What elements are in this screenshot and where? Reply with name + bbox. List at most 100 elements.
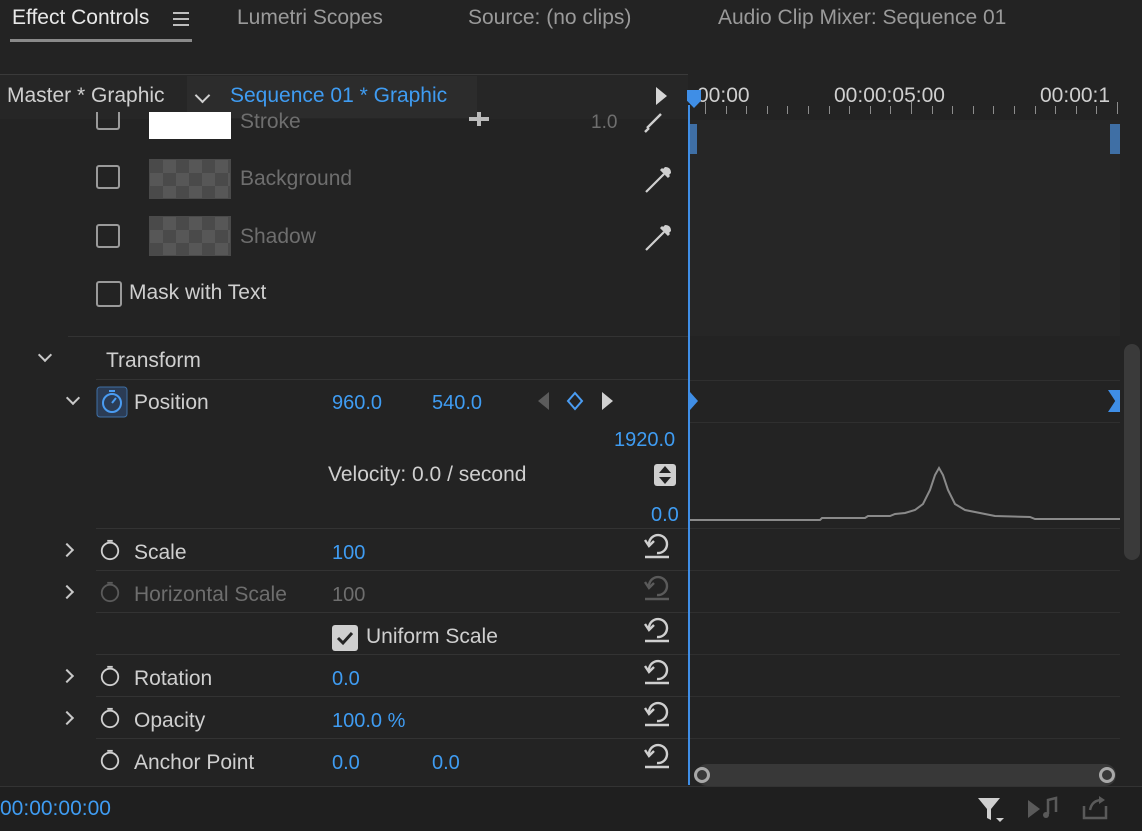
zoom-scrollbar[interactable] — [696, 764, 1116, 786]
timeline-row-divider — [690, 422, 1120, 423]
timeline-clip-area[interactable] — [689, 120, 1120, 336]
master-clip-label[interactable]: Master * Graphic — [7, 84, 165, 108]
divider — [68, 336, 688, 337]
stroke-width-value[interactable]: 1.0 — [591, 112, 617, 134]
shadow-checkbox[interactable] — [96, 224, 120, 248]
background-checkbox[interactable] — [96, 165, 120, 189]
background-label: Background — [240, 167, 353, 190]
stroke-checkbox[interactable] — [96, 112, 120, 130]
ruler-tick — [808, 106, 809, 114]
scale-label: Scale — [134, 541, 187, 564]
rotation-reset-icon[interactable] — [643, 658, 671, 686]
background-eyedropper-icon[interactable] — [642, 164, 674, 196]
clip-start-marker[interactable] — [689, 124, 697, 154]
ruler-label-end: 00:00:1 — [1040, 84, 1111, 107]
scale-reset-icon[interactable] — [643, 532, 671, 560]
ruler-tick — [829, 106, 830, 114]
scale-stopwatch-icon[interactable] — [99, 539, 121, 561]
uniform-scale-checkbox[interactable] — [332, 625, 358, 651]
active-tab-indicator — [10, 39, 192, 42]
sequence-clip-label[interactable]: Sequence 01 * Graphic — [230, 84, 447, 108]
divider — [96, 570, 688, 571]
ruler-tick — [1014, 106, 1015, 114]
scale-value[interactable]: 100 — [332, 542, 365, 565]
position-keyframe-start-icon[interactable] — [690, 392, 698, 410]
shadow-eyedropper-icon[interactable] — [642, 222, 674, 254]
previous-keyframe-icon[interactable] — [538, 392, 549, 410]
tab-lumetri-scopes[interactable]: Lumetri Scopes — [237, 6, 383, 30]
position-x-value[interactable]: 960.0 — [332, 392, 382, 415]
panel-menu-icon[interactable] — [173, 12, 189, 26]
ruler-tick — [890, 106, 891, 114]
position-keyframe-end-icon[interactable] — [1108, 390, 1120, 412]
opacity-reset-icon[interactable] — [643, 700, 671, 728]
graph-min-value: 0.0 — [651, 504, 679, 526]
checkmark-icon — [336, 631, 354, 646]
velocity-graph[interactable] — [690, 430, 1120, 528]
add-keyframe-icon[interactable] — [566, 391, 584, 411]
opacity-expand-chevron[interactable] — [59, 710, 75, 726]
clip-end-marker[interactable] — [1110, 124, 1120, 154]
ruler-tick — [767, 106, 768, 114]
horizontal-scale-expand-chevron[interactable] — [59, 584, 75, 600]
horizontal-scale-label: Horizontal Scale — [134, 583, 287, 606]
export-icon[interactable] — [1080, 794, 1112, 822]
rotation-value[interactable]: 0.0 — [332, 668, 360, 691]
stroke-color-swatch[interactable] — [149, 112, 231, 139]
background-color-swatch[interactable] — [149, 159, 231, 199]
velocity-label: Velocity: 0.0 / second — [328, 463, 527, 486]
timeline-row-divider — [690, 570, 1120, 571]
ruler-tick — [932, 106, 933, 114]
anchor-point-y-value[interactable]: 0.0 — [432, 752, 460, 775]
timeline-row-divider — [690, 654, 1120, 655]
transform-collapse-chevron[interactable] — [37, 347, 53, 363]
position-stopwatch-active-icon[interactable] — [96, 386, 128, 418]
ruler-tick — [1035, 106, 1036, 114]
horizontal-scale-stopwatch-icon — [100, 581, 120, 603]
shadow-color-swatch[interactable] — [149, 216, 231, 256]
uniform-scale-label: Uniform Scale — [366, 625, 498, 648]
shadow-label: Shadow — [240, 225, 316, 248]
position-label: Position — [134, 391, 209, 414]
tab-audio-clip-mixer[interactable]: Audio Clip Mixer: Sequence 01 — [718, 6, 1006, 30]
timeline-row-divider — [690, 612, 1120, 613]
anchor-point-reset-icon[interactable] — [643, 742, 671, 770]
divider — [96, 654, 688, 655]
tab-effect-controls[interactable]: Effect Controls — [12, 6, 149, 30]
divider — [96, 696, 688, 697]
scale-expand-chevron[interactable] — [59, 542, 75, 558]
uniform-scale-reset-icon[interactable] — [643, 616, 671, 644]
horizontal-scale-value: 100 — [332, 584, 366, 606]
ruler-tick — [973, 106, 974, 114]
rotation-stopwatch-icon[interactable] — [99, 665, 121, 687]
anchor-point-label: Anchor Point — [134, 751, 255, 774]
filter-icon[interactable] — [976, 796, 1006, 824]
horizontal-scale-reset-icon — [644, 575, 669, 601]
loop-audio-icon[interactable] — [1026, 796, 1060, 822]
mask-with-text-checkbox[interactable] — [96, 281, 122, 307]
ruler-tick — [849, 106, 850, 114]
tab-source[interactable]: Source: (no clips) — [468, 6, 631, 30]
position-y-value[interactable]: 540.0 — [432, 392, 482, 415]
opacity-stopwatch-icon[interactable] — [99, 707, 121, 729]
divider — [96, 738, 688, 739]
ruler-tick — [911, 102, 912, 114]
ruler-tick — [1076, 106, 1077, 114]
stroke-eyedropper-icon[interactable] — [643, 112, 673, 134]
timeline-row-divider — [690, 696, 1120, 697]
anchor-point-stopwatch-icon[interactable] — [99, 749, 121, 771]
add-stroke-icon[interactable] — [469, 112, 489, 128]
opacity-value[interactable]: 100.0 % — [332, 710, 405, 733]
play-triangle-icon[interactable] — [656, 87, 667, 105]
position-expand-chevron[interactable] — [65, 390, 81, 406]
ruler-tick — [746, 106, 747, 114]
graph-resize-icon[interactable] — [654, 464, 676, 486]
current-timecode[interactable]: 00:00:00:00 — [0, 797, 111, 821]
next-keyframe-icon[interactable] — [602, 392, 613, 410]
zoom-scrollbar-left-handle[interactable] — [694, 767, 710, 783]
playhead-line[interactable] — [688, 105, 690, 785]
vertical-scrollbar[interactable] — [1124, 344, 1140, 560]
anchor-point-x-value[interactable]: 0.0 — [332, 752, 360, 775]
rotation-expand-chevron[interactable] — [59, 668, 75, 684]
zoom-scrollbar-right-handle[interactable] — [1099, 767, 1115, 783]
